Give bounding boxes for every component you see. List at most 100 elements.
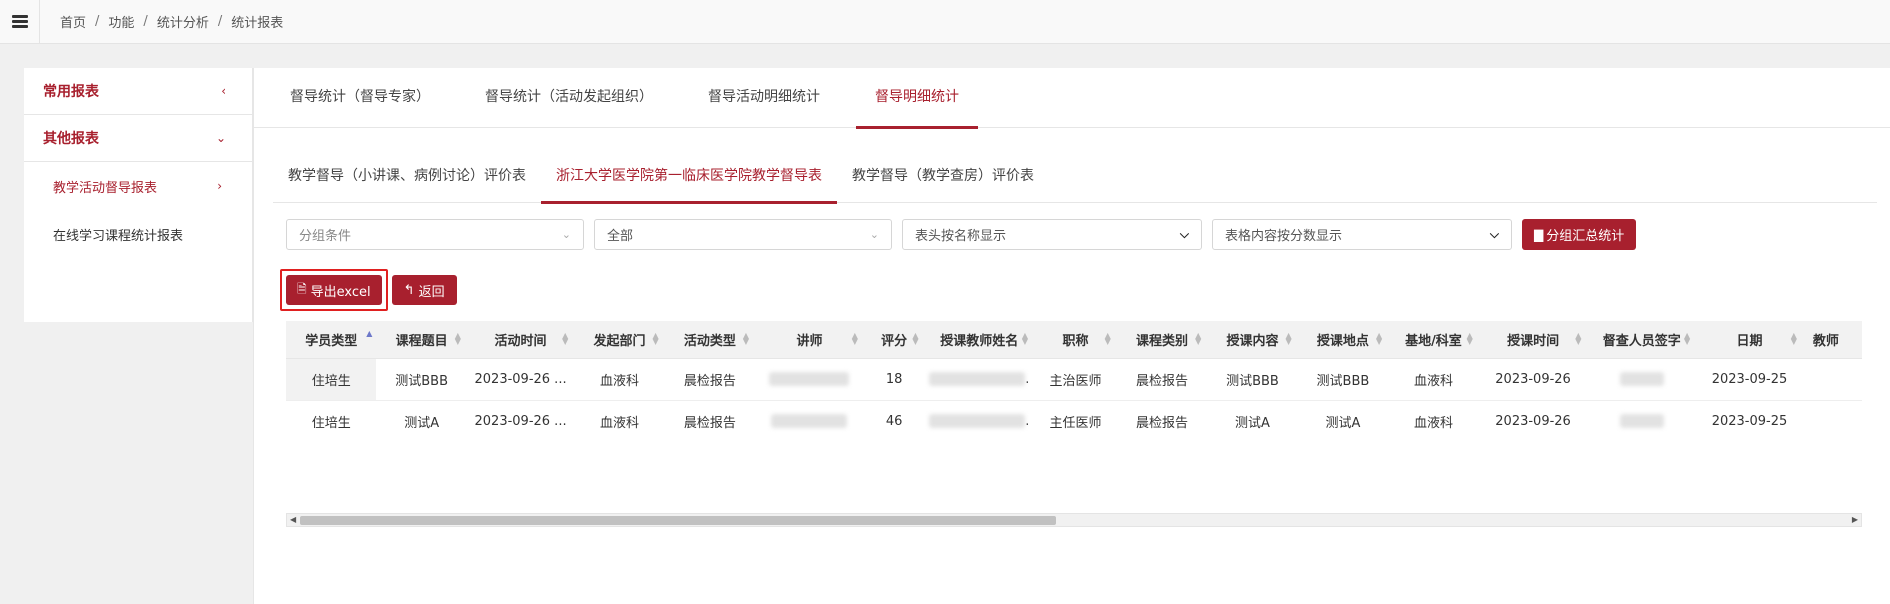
chevron-down-icon: ⌵ [1179, 227, 1189, 241]
group-summary-label: 分组汇总统计 [1546, 229, 1625, 244]
sidebar-group-common[interactable]: 常用报表 ‹ [24, 68, 252, 115]
column-header[interactable]: 课程类别 ▲ ▼ [1116, 321, 1208, 359]
column-header[interactable]: 督查人员签字 ▲ ▼ [1587, 321, 1697, 359]
table-row[interactable]: 住培生 测试BBB 2023-09-26 ... 血液科 晨检报告 18 . 主… [286, 358, 1862, 401]
top-bar: 首页 / 功能 / 统计分析 / 统计报表 [0, 0, 1890, 44]
tab-supervision-detail[interactable]: 督导明细统计 [856, 68, 978, 129]
sub-tabs: 教学督导（小讲课、病例讨论）评价表 浙江大学医学院第一临床医学院教学督导表 教学… [273, 151, 1877, 204]
table-cell: 46 [863, 400, 925, 441]
sort-icon[interactable]: ▲ ▼ [653, 332, 659, 346]
sidebar-item-teaching-supervision[interactable]: 教学活动督导报表 › [24, 162, 252, 210]
content-display-value: 表格内容按分数显示 [1225, 229, 1343, 244]
main-panel: 督导统计（督导专家） 督导统计（活动发起组织） 督导活动明细统计 督导明细统计 … [253, 68, 1890, 604]
sort-icon[interactable]: ▲ ▼ [1376, 332, 1382, 346]
table-cell: 晨检报告 [664, 400, 756, 441]
column-header[interactable]: 授课内容 ▲ ▼ [1207, 321, 1298, 359]
top-tabs: 督导统计（督导专家） 督导统计（活动发起组织） 督导活动明细统计 督导明细统计 [254, 68, 1890, 129]
export-excel-button[interactable]: 🗎 导出excel [286, 275, 382, 305]
horizontal-scrollbar[interactable]: ◀ ▶ [286, 513, 1862, 527]
sort-icon[interactable]: ▲ ▼ [912, 332, 918, 346]
column-header[interactable]: 教师 [1802, 321, 1862, 359]
table-cell: 主任医师 [1034, 400, 1117, 441]
data-table: 学员类型 ▲ 课程题目 ▲ ▼ 活动时间 ▲ ▼ 发起部门 ▲ ▼ 活动类型 ▲ ▼ 讲师 ▲ ▼ 评… [286, 321, 1862, 441]
table-cell: 血液科 [1388, 400, 1479, 441]
table-cell: 测试A [376, 400, 467, 441]
column-header[interactable]: 日期 ▲ ▼ [1696, 321, 1803, 359]
sort-icon[interactable]: ▲ ▼ [1195, 332, 1201, 346]
column-header[interactable]: 授课地点 ▲ ▼ [1297, 321, 1389, 359]
sort-icon[interactable]: ▲ ▼ [1467, 332, 1473, 346]
column-header[interactable]: 职称 ▲ ▼ [1034, 321, 1117, 359]
header-display-select[interactable]: 表头按名称显示 ⌵ [902, 219, 1202, 250]
sort-icon[interactable]: ▲ ▼ [1575, 332, 1581, 346]
table-cell [1802, 358, 1862, 401]
file-excel-icon: 🗎 [297, 281, 307, 296]
tab-activity-detail[interactable]: 督导活动明细统计 [689, 68, 839, 128]
sidebar-item-label: 教学活动督导报表 [53, 180, 158, 196]
scroll-right-icon[interactable]: ▶ [1852, 514, 1858, 526]
table-cell: 晨检报告 [1116, 358, 1208, 401]
sort-icon[interactable]: ▲ ▼ [743, 332, 749, 346]
header-display-value: 表头按名称显示 [915, 229, 1007, 244]
sort-icon[interactable]: ▲ ▼ [455, 332, 461, 346]
breadcrumb-home[interactable]: 首页 [60, 12, 86, 31]
column-header[interactable]: 讲师 ▲ ▼ [755, 321, 864, 359]
chevron-down-icon: ⌄ [561, 228, 571, 241]
sort-icon[interactable]: ▲ ▼ [852, 332, 858, 346]
column-header[interactable]: 发起部门 ▲ ▼ [574, 321, 665, 359]
table-cell: 测试A [1297, 400, 1389, 441]
table-cell [1802, 400, 1862, 441]
table-cell: 2023-09-26 ... [466, 400, 575, 441]
breadcrumb-statistics[interactable]: 统计分析 [157, 12, 209, 31]
column-header[interactable]: 基地/科室 ▲ ▼ [1388, 321, 1479, 359]
scroll-left-icon[interactable]: ◀ [290, 514, 296, 526]
export-excel-label: 导出excel [310, 284, 371, 300]
content-display-select[interactable]: 表格内容按分数显示 ⌵ [1212, 219, 1512, 250]
column-header[interactable]: 活动类型 ▲ ▼ [664, 321, 756, 359]
group-condition-select[interactable]: 分组条件 ⌄ [286, 219, 584, 250]
table-cell: 2023-09-25 [1696, 358, 1803, 401]
sidebar-group-label: 其他报表 [43, 131, 99, 147]
chevron-down-icon: ⌄ [869, 228, 879, 241]
sort-icon[interactable]: ▲ ▼ [1286, 332, 1292, 346]
sort-icon[interactable]: ▲ ▼ [1022, 332, 1028, 346]
column-header[interactable]: 评分 ▲ ▼ [863, 321, 925, 359]
sidebar-item-online-courses[interactable]: 在线学习课程统计报表 [24, 210, 252, 258]
sort-asc-icon[interactable]: ▲ [366, 330, 372, 338]
group-condition-placeholder: 分组条件 [299, 229, 352, 244]
tab-supervision-organizer[interactable]: 督导统计（活动发起组织） [466, 68, 672, 128]
action-bar: 🗎 导出excel ↰ 返回 [280, 269, 457, 311]
table-cell-redacted [755, 358, 864, 401]
back-button[interactable]: ↰ 返回 [391, 275, 457, 305]
table-cell-redacted [1587, 358, 1697, 401]
table-row[interactable]: 住培生 测试A 2023-09-26 ... 血液科 晨检报告 46 . 主任医… [286, 400, 1862, 441]
all-select-value: 全部 [607, 229, 634, 244]
redacted-text [1619, 372, 1664, 386]
column-header[interactable]: 授课教师姓名 ▲ ▼ [924, 321, 1035, 359]
redacted-text [1619, 414, 1664, 428]
sort-icon[interactable]: ▲ ▼ [1105, 332, 1111, 346]
subtab-small-lecture[interactable]: 教学督导（小讲课、病例讨论）评价表 [273, 151, 541, 203]
table-cell-redacted: . [924, 358, 1035, 401]
table-cell: 2023-09-25 [1696, 400, 1803, 441]
scrollbar-thumb[interactable] [300, 516, 1056, 525]
column-header[interactable]: 活动时间 ▲ ▼ [466, 321, 575, 359]
sidebar-group-other[interactable]: 其他报表 ⌄ [24, 115, 252, 162]
table-cell: 住培生 [286, 400, 377, 441]
group-summary-button[interactable]: ▇ 分组汇总统计 [1522, 219, 1637, 250]
tab-supervision-expert[interactable]: 督导统计（督导专家） [271, 68, 449, 128]
all-select[interactable]: 全部 ⌄ [594, 219, 892, 250]
column-header[interactable]: 授课时间 ▲ ▼ [1478, 321, 1588, 359]
sort-icon[interactable]: ▲ ▼ [1791, 332, 1797, 346]
column-header[interactable]: 学员类型 ▲ [286, 321, 377, 359]
menu-toggle-button[interactable] [0, 0, 40, 44]
sort-icon[interactable]: ▲ ▼ [562, 332, 568, 346]
breadcrumb: 首页 / 功能 / 统计分析 / 统计报表 [60, 12, 284, 31]
filter-bar: 分组条件 ⌄ 全部 ⌄ 表头按名称显示 ⌵ 表格内容按分数显示 ⌵ ▇ 分组汇总… [286, 219, 1637, 250]
breadcrumb-function[interactable]: 功能 [108, 12, 134, 31]
table-cell: 血液科 [574, 358, 665, 401]
subtab-ward-round[interactable]: 教学督导（教学查房）评价表 [837, 151, 1049, 203]
column-header[interactable]: 课程题目 ▲ ▼ [376, 321, 467, 359]
subtab-zju-first-clinical[interactable]: 浙江大学医学院第一临床医学院教学督导表 [541, 151, 837, 204]
sort-icon[interactable]: ▲ ▼ [1684, 332, 1690, 346]
